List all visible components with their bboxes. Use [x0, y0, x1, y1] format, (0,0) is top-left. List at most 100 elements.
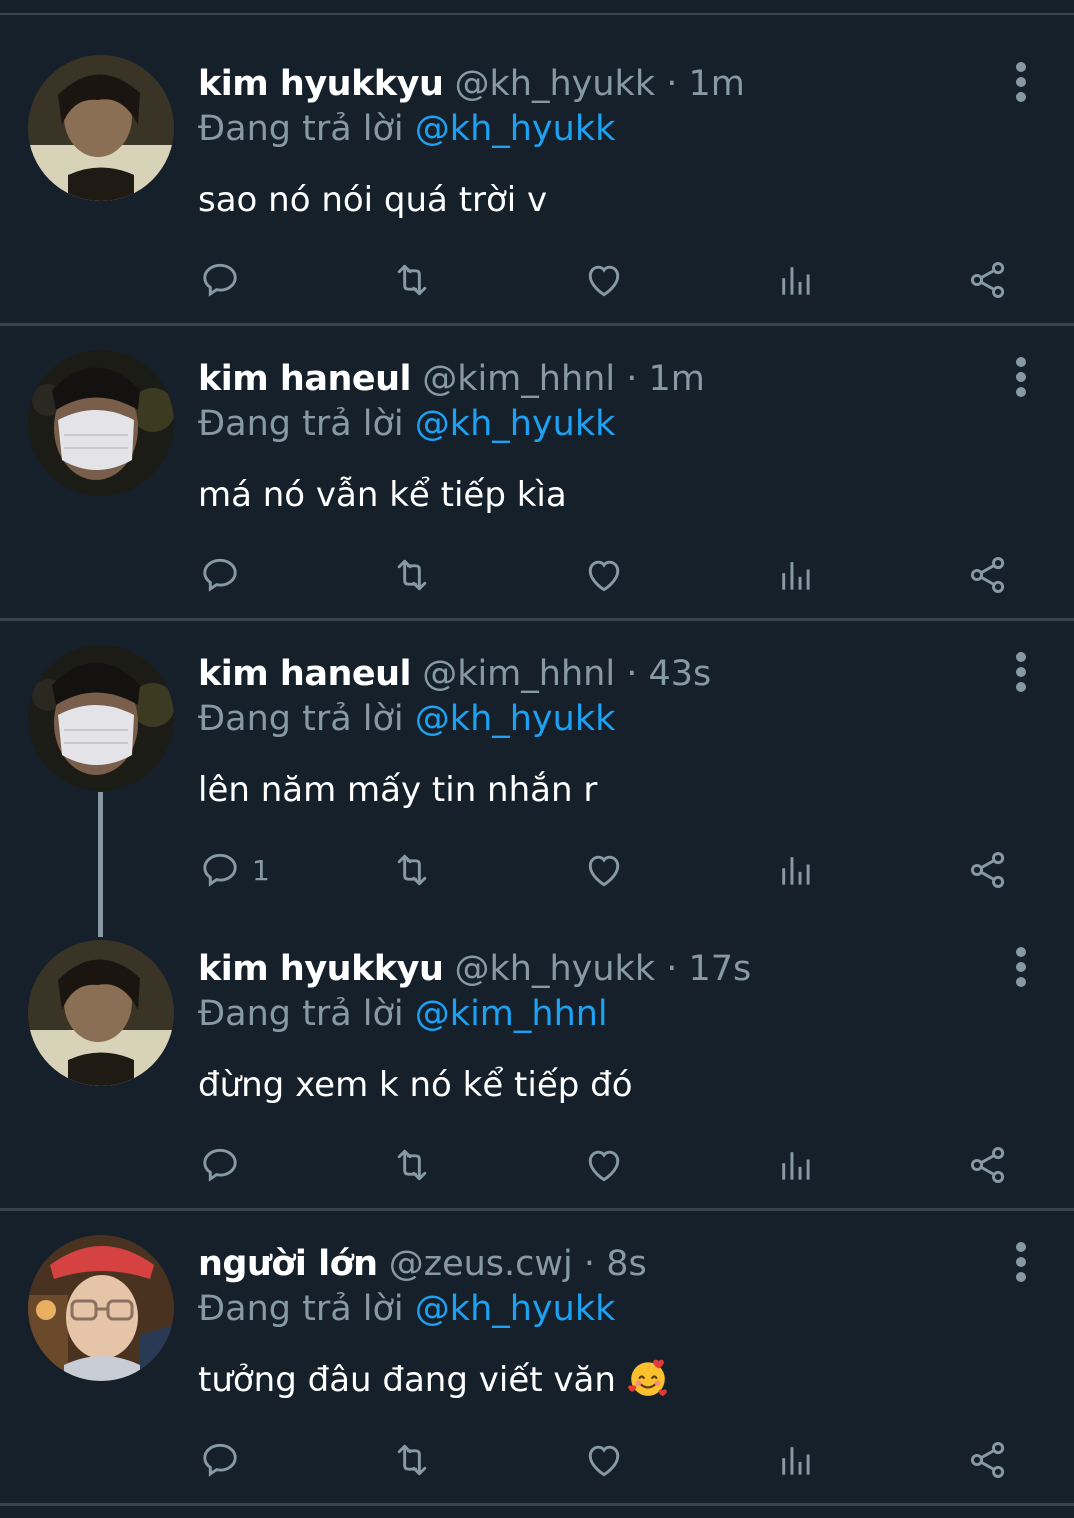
retweet-button[interactable] [390, 1430, 434, 1490]
tweet-header: kim haneul @kim_hhnl · 1m [198, 355, 705, 403]
tweet-divider [0, 323, 1074, 326]
separator-dot: · [626, 654, 638, 694]
replying-to-label: Đang trả lời [198, 1289, 404, 1329]
share-button[interactable] [966, 1135, 1010, 1195]
like-button[interactable] [582, 545, 626, 605]
tweet-text-content: tưởng đâu đang viết văn [198, 1360, 616, 1400]
share-icon [970, 262, 1005, 298]
retweet-button[interactable] [390, 840, 434, 900]
separator-dot: · [666, 949, 678, 989]
like-button[interactable] [582, 1135, 626, 1195]
tweet-actions: 1 [0, 840, 1074, 900]
replying-to-handle[interactable]: @kh_hyukk [415, 404, 616, 444]
replying-to: Đang trả lời @kh_hyukk [198, 400, 615, 448]
retweet-icon [397, 1149, 427, 1181]
replying-to: Đang trả lời @kim_hhnl [198, 990, 608, 1038]
analytics-button[interactable] [774, 1430, 818, 1490]
reply-button[interactable] [198, 545, 252, 605]
display-name[interactable]: kim hyukkyu [198, 949, 444, 989]
more-vertical-icon[interactable] [1006, 1242, 1036, 1282]
replying-to: Đang trả lời @kh_hyukk [198, 105, 615, 153]
retweet-button[interactable] [390, 545, 434, 605]
retweet-icon [397, 559, 427, 591]
more-vertical-icon[interactable] [1006, 947, 1036, 987]
user-handle[interactable]: @kim_hhnl [422, 359, 615, 399]
display-name[interactable]: người lớn [198, 1244, 378, 1284]
like-button[interactable] [582, 1430, 626, 1490]
avatar-kim-hhnl[interactable] [28, 350, 174, 496]
analytics-button[interactable] [774, 545, 818, 605]
more-vertical-icon[interactable] [1006, 652, 1036, 692]
display-name[interactable]: kim haneul [198, 654, 412, 694]
retweet-button[interactable] [390, 250, 434, 310]
replying-to-handle[interactable]: @kim_hhnl [415, 994, 608, 1034]
tweet-divider [0, 1503, 1074, 1506]
user-handle[interactable]: @kh_hyukk [455, 949, 656, 989]
heart-icon [588, 560, 620, 592]
analytics-icon [782, 1447, 810, 1475]
avatar-kh-hyukk[interactable] [28, 55, 174, 201]
tweet-actions [0, 1430, 1074, 1490]
analytics-button[interactable] [774, 1135, 818, 1195]
tweet-text: má nó vẫn kể tiếp kìa [198, 475, 567, 515]
share-button[interactable] [966, 840, 1010, 900]
analytics-icon [782, 562, 810, 590]
analytics-button[interactable] [774, 840, 818, 900]
display-name[interactable]: kim haneul [198, 359, 412, 399]
separator-dot: · [583, 1244, 596, 1284]
reply-count: 1 [252, 853, 270, 887]
more-vertical-icon[interactable] [1006, 62, 1036, 102]
tweet-actions [0, 545, 1074, 605]
tweet-actions [0, 1135, 1074, 1195]
avatar-kim-hhnl[interactable] [28, 645, 174, 791]
replying-to: Đang trả lời @kh_hyukk [198, 695, 615, 743]
share-icon [970, 1147, 1005, 1183]
tweet-text: tưởng đâu đang viết văn [198, 1356, 669, 1404]
more-vertical-icon[interactable] [1006, 357, 1036, 397]
smiling-face-with-hearts-icon [627, 1359, 667, 1397]
analytics-icon [782, 857, 810, 885]
reply-button[interactable] [198, 1135, 252, 1195]
user-handle[interactable]: @zeus.cwj [389, 1244, 573, 1284]
replying-to-handle[interactable]: @kh_hyukk [415, 109, 616, 149]
like-button[interactable] [582, 250, 626, 310]
like-button[interactable] [582, 840, 626, 900]
timestamp[interactable]: 17s [689, 949, 752, 989]
replying-to-handle[interactable]: @kh_hyukk [415, 1289, 616, 1329]
reply-button[interactable] [198, 250, 252, 310]
reply-button[interactable]: 1 [198, 840, 270, 900]
timestamp[interactable]: 1m [689, 64, 745, 104]
tweet-divider [0, 618, 1074, 621]
replying-to-label: Đang trả lời [198, 109, 404, 149]
share-button[interactable] [966, 250, 1010, 310]
tweet-header: người lớn @zeus.cwj · 8s [198, 1240, 647, 1288]
timestamp[interactable]: 1m [648, 359, 704, 399]
avatar-kh-hyukk[interactable] [28, 940, 174, 1086]
heart-icon [588, 1445, 620, 1477]
analytics-button[interactable] [774, 250, 818, 310]
reply-icon [203, 263, 237, 297]
retweet-button[interactable] [390, 1135, 434, 1195]
user-handle[interactable]: @kim_hhnl [422, 654, 615, 694]
tweet-header: kim hyukkyu @kh_hyukk · 1m [198, 60, 745, 108]
share-button[interactable] [966, 545, 1010, 605]
display-name[interactable]: kim hyukkyu [198, 64, 444, 104]
avatar-zeus-cwj[interactable] [28, 1235, 174, 1381]
share-button[interactable] [966, 1430, 1010, 1490]
timestamp[interactable]: 43s [648, 654, 711, 694]
tweet-text: sao nó nói quá trời v [198, 180, 548, 220]
retweet-icon [397, 1444, 427, 1476]
user-handle[interactable]: @kh_hyukk [455, 64, 656, 104]
retweet-icon [397, 264, 427, 296]
heart-icon [588, 265, 620, 297]
tweet-text: lên năm mấy tin nhắn r [198, 770, 598, 810]
tweet-divider [0, 1208, 1074, 1211]
analytics-icon [782, 1152, 810, 1180]
reply-icon [203, 1443, 237, 1477]
reply-button[interactable] [198, 1430, 252, 1490]
top-divider [0, 13, 1074, 15]
share-icon [970, 852, 1005, 888]
reply-icon [203, 1148, 237, 1182]
replying-to-handle[interactable]: @kh_hyukk [415, 699, 616, 739]
timestamp[interactable]: 8s [606, 1244, 647, 1284]
